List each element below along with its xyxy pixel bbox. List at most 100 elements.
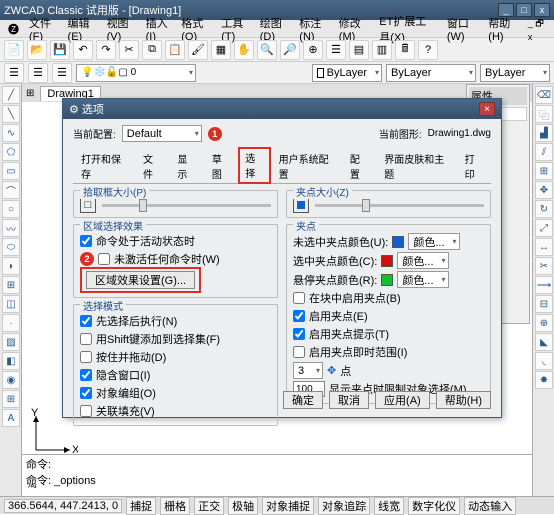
ellipsearc-icon[interactable]: ◗: [2, 257, 20, 275]
join-icon[interactable]: ⊕: [535, 314, 553, 332]
designcenter-icon[interactable]: ▤: [349, 40, 369, 60]
explode-icon[interactable]: ✸: [535, 371, 553, 389]
status-dyn[interactable]: 动态输入: [464, 497, 516, 515]
rect-icon[interactable]: ▭: [2, 162, 20, 180]
unsel-color-select[interactable]: 颜色...: [408, 233, 459, 250]
zoom2-icon[interactable]: 🔎: [280, 40, 300, 60]
trim-icon[interactable]: ✂: [535, 257, 553, 275]
menu-window[interactable]: 窗口(W): [443, 14, 482, 44]
copy-icon[interactable]: ⧉: [142, 40, 162, 60]
tab-files[interactable]: 文件: [135, 147, 169, 184]
match-icon[interactable]: 🖌: [188, 40, 208, 60]
gradient-icon[interactable]: ◧: [2, 352, 20, 370]
pickbox-slider[interactable]: [102, 204, 271, 207]
layers-icon[interactable]: ☰: [4, 63, 24, 83]
tab-select[interactable]: 选择: [238, 147, 270, 184]
copy-icon[interactable]: ⿻: [535, 105, 553, 123]
arc-icon[interactable]: ⌒: [2, 181, 20, 199]
point-icon[interactable]: ·: [2, 314, 20, 332]
tab-opensave[interactable]: 打开和保存: [73, 147, 135, 184]
xline-icon[interactable]: ╲: [2, 105, 20, 123]
zoom3-icon[interactable]: ⊕: [303, 40, 323, 60]
tab-profile[interactable]: 配置: [342, 147, 376, 184]
layer-combo[interactable]: 💡❄️🔓▢ 0: [76, 64, 196, 82]
cb-enable-grips[interactable]: 启用夹点(E): [293, 308, 484, 324]
effect-settings-button[interactable]: 区域效果设置(G)...: [86, 271, 195, 289]
command-line[interactable]: 命令: 命令: _options: [22, 454, 532, 484]
mirror-icon[interactable]: ▟: [535, 124, 553, 142]
help-icon[interactable]: ?: [418, 40, 438, 60]
tab-print[interactable]: 打印: [457, 147, 491, 184]
layers2-icon[interactable]: ☰: [28, 63, 48, 83]
status-lweight[interactable]: 线宽: [374, 497, 404, 515]
polygon-icon[interactable]: ⬠: [2, 143, 20, 161]
break-icon[interactable]: ⊟: [535, 295, 553, 313]
cb-grip-block[interactable]: 在块中启用夹点(B): [293, 290, 484, 306]
tab-user[interactable]: 用户系统配置: [271, 147, 342, 184]
text-icon[interactable]: A: [2, 409, 20, 427]
save-icon[interactable]: 💾: [50, 40, 70, 60]
offset-icon[interactable]: ⫽: [535, 143, 553, 161]
hover-color-select[interactable]: 颜色...: [397, 271, 448, 288]
cb-active-cmd[interactable]: 命令处于活动状态时: [80, 233, 271, 249]
menu-help[interactable]: 帮助(H): [484, 14, 522, 44]
cb-press-drag[interactable]: 按住并拖动(D): [80, 349, 271, 365]
extend-icon[interactable]: ⟶: [535, 276, 553, 294]
profile-select[interactable]: Default: [122, 125, 202, 142]
cb-implied-window[interactable]: 隐含窗口(I): [80, 367, 271, 383]
table-icon[interactable]: ⊞: [2, 390, 20, 408]
cb-grip-range[interactable]: 启用夹点即时范围(I): [293, 344, 484, 360]
status-polar[interactable]: 极轴: [228, 497, 258, 515]
cb-grip-tips[interactable]: 启用夹点提示(T): [293, 326, 484, 342]
redo-icon[interactable]: ↷: [96, 40, 116, 60]
status-osnap[interactable]: 对象捕捉: [262, 497, 314, 515]
cb-no-active-cmd[interactable]: 未激活任何命令时(W): [98, 251, 220, 267]
block-icon[interactable]: ◫: [2, 295, 20, 313]
cancel-button[interactable]: 取消: [329, 391, 369, 409]
cb-assoc-hatch[interactable]: 关联填充(V): [80, 403, 271, 419]
toolpal-icon[interactable]: ▥: [372, 40, 392, 60]
lweight-combo[interactable]: ByLayer: [480, 64, 550, 82]
fillet-icon[interactable]: ◟: [535, 352, 553, 370]
chamfer-icon[interactable]: ◣: [535, 333, 553, 351]
new-icon[interactable]: 📄: [4, 40, 24, 60]
cb-object-group[interactable]: 对象编组(O): [80, 385, 271, 401]
region-icon[interactable]: ◉: [2, 371, 20, 389]
doc-window-controls[interactable]: _ 🗗 x: [524, 15, 550, 43]
status-ortho[interactable]: 正交: [194, 497, 224, 515]
array-icon[interactable]: ⊞: [535, 162, 553, 180]
undo-icon[interactable]: ↶: [73, 40, 93, 60]
linetype-combo[interactable]: ByLayer: [386, 64, 476, 82]
hatch-icon[interactable]: ▨: [2, 333, 20, 351]
grip-point-select[interactable]: 3: [293, 362, 323, 379]
pan-icon[interactable]: ✋: [234, 40, 254, 60]
help-button[interactable]: 帮助(H): [436, 391, 491, 409]
status-grid[interactable]: 栅格: [160, 497, 190, 515]
circle-icon[interactable]: ○: [2, 200, 20, 218]
status-tablet[interactable]: 数字化仪: [408, 497, 460, 515]
dialog-close-button[interactable]: ×: [479, 102, 495, 116]
open-icon[interactable]: 📂: [27, 40, 47, 60]
apply-button[interactable]: 应用(A): [375, 391, 430, 409]
block-icon[interactable]: ▦: [211, 40, 231, 60]
spline-icon[interactable]: 〰: [2, 219, 20, 237]
status-otrack[interactable]: 对象追踪: [318, 497, 370, 515]
calc-icon[interactable]: 🖩: [395, 40, 415, 60]
ok-button[interactable]: 确定: [283, 391, 323, 409]
tab-display[interactable]: 显示: [169, 147, 203, 184]
cb-shift-add[interactable]: 用Shift键添加到选择集(F): [80, 331, 271, 347]
stretch-icon[interactable]: ↔: [535, 238, 553, 256]
erase-icon[interactable]: ⌫: [535, 86, 553, 104]
cut-icon[interactable]: ✂: [119, 40, 139, 60]
color-combo[interactable]: ByLayer: [312, 64, 382, 82]
layers3-icon[interactable]: ☰: [52, 63, 72, 83]
tab-theme[interactable]: 界面皮肤和主题: [376, 147, 456, 184]
grip-slider[interactable]: [315, 204, 484, 207]
line-icon[interactable]: ╱: [2, 86, 20, 104]
status-snap[interactable]: 捕捉: [126, 497, 156, 515]
ellipse-icon[interactable]: ⬭: [2, 238, 20, 256]
sel-color-select[interactable]: 颜色...: [397, 252, 448, 269]
rotate-icon[interactable]: ↻: [535, 200, 553, 218]
pline-icon[interactable]: ∿: [2, 124, 20, 142]
insert-icon[interactable]: ⊞: [2, 276, 20, 294]
